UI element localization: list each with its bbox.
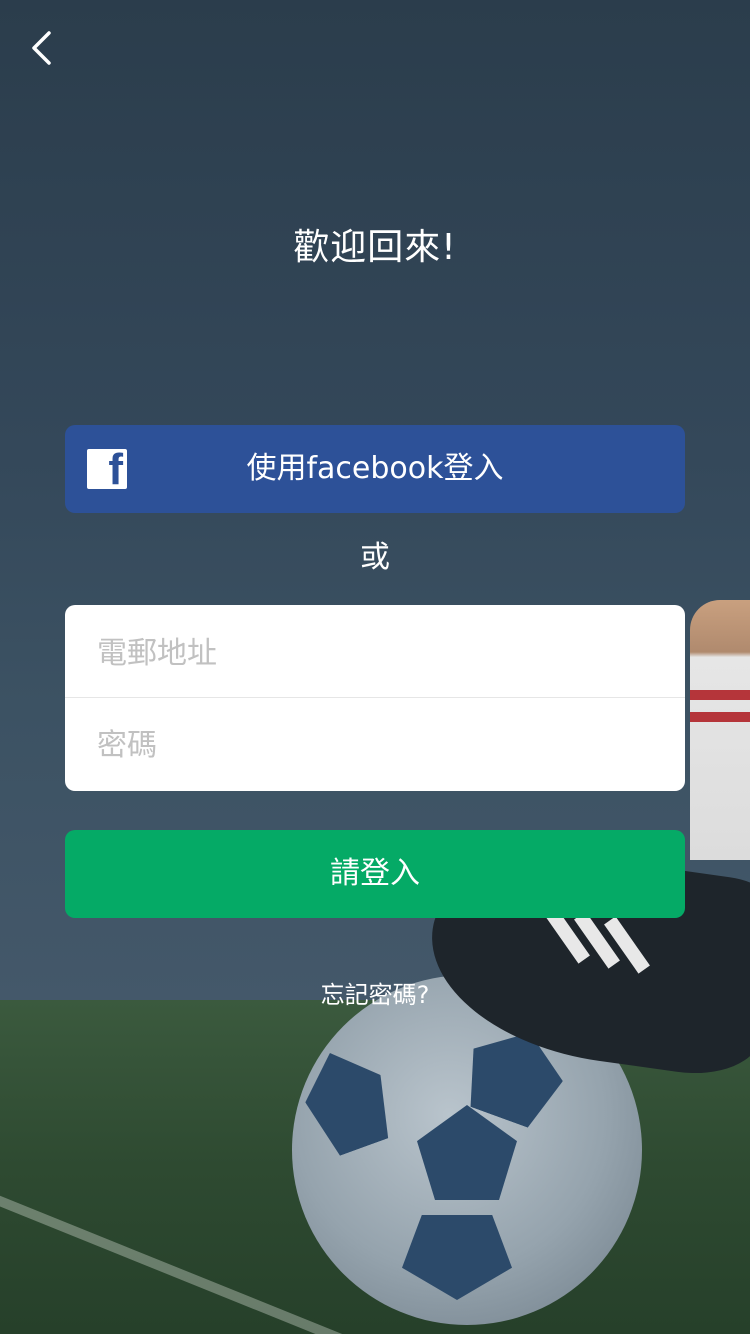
field-divider — [65, 697, 685, 698]
ball-patch — [417, 1105, 517, 1200]
welcome-title: 歡迎回來! — [293, 227, 457, 268]
facebook-login-button[interactable]: f 使用facebook登入 — [65, 425, 685, 513]
password-field[interactable] — [97, 725, 657, 765]
facebook-login-label: 使用facebook登入 — [246, 451, 504, 486]
chevron-left-icon — [32, 31, 51, 65]
email-field[interactable] — [97, 633, 657, 673]
or-separator: 或 — [360, 540, 390, 575]
back-button[interactable] — [29, 30, 55, 66]
ball-patch — [402, 1215, 512, 1300]
player-leg — [690, 600, 750, 860]
login-button[interactable]: 請登入 — [65, 830, 685, 918]
forgot-password-link[interactable]: 忘記密碼? — [0, 980, 750, 1010]
login-form — [65, 605, 685, 791]
sock-stripe — [690, 712, 750, 722]
sock-stripe — [690, 690, 750, 700]
